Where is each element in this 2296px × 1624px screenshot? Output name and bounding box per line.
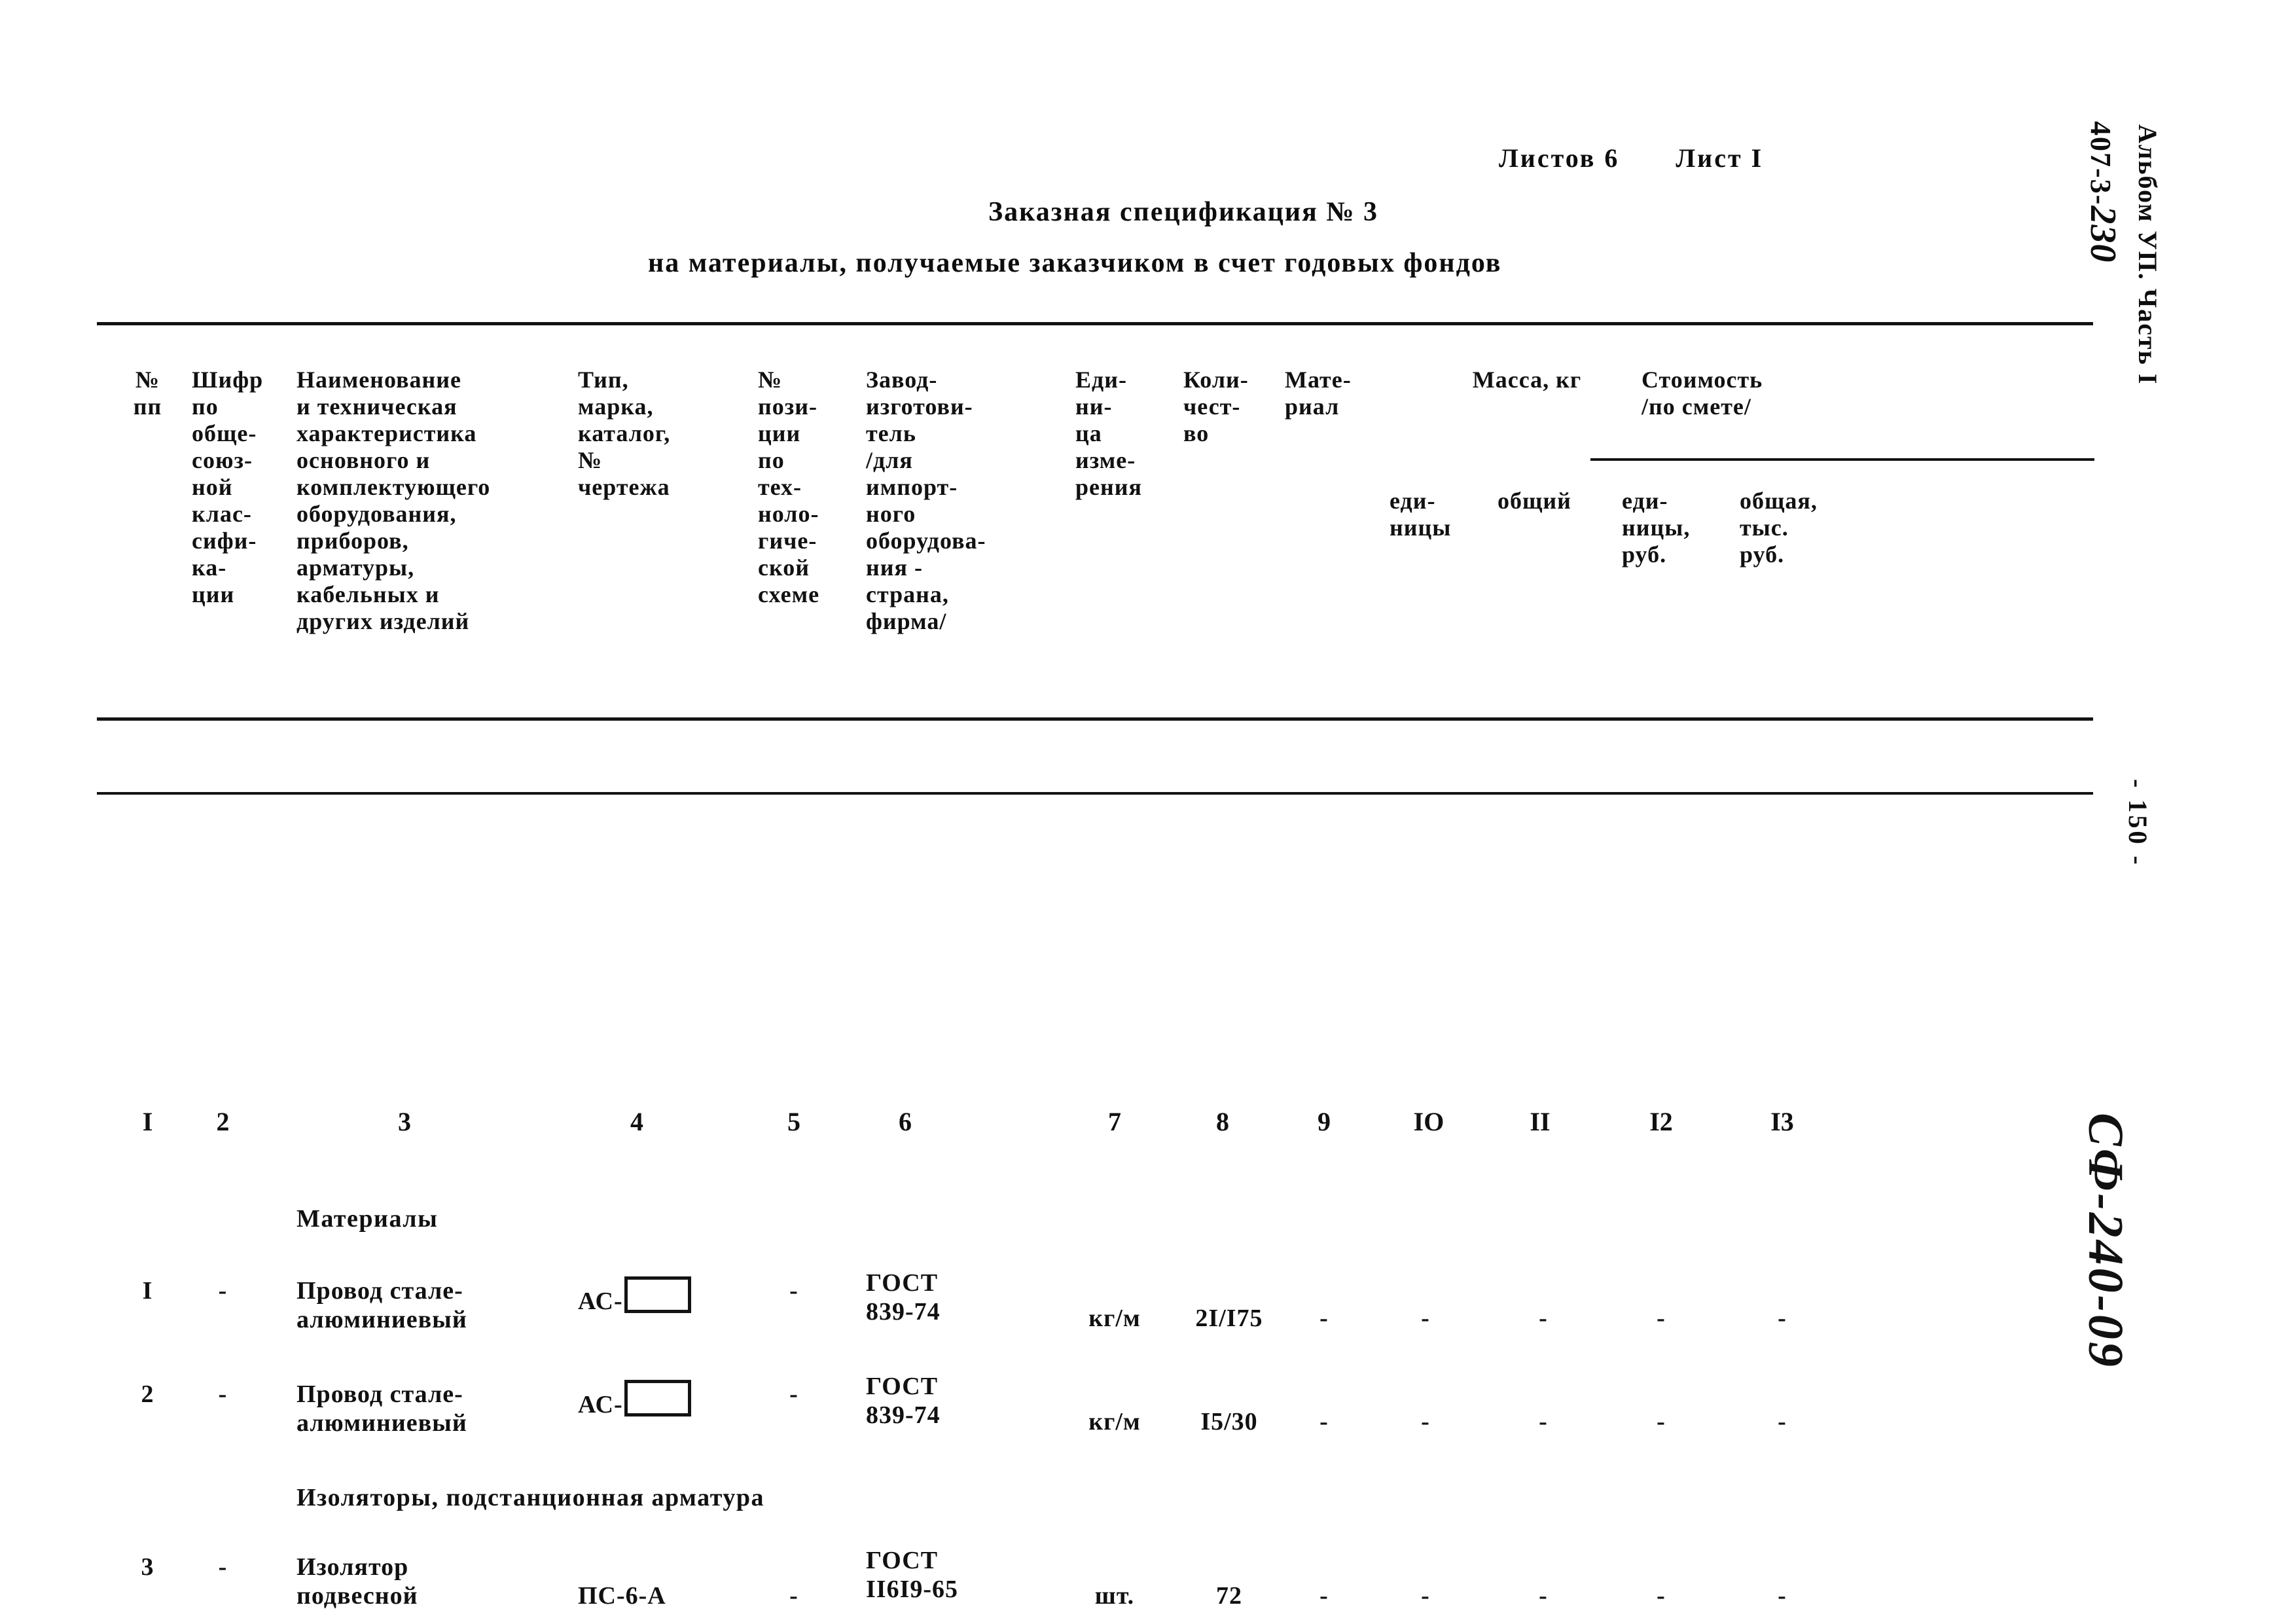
row2-quantity: I5/30 — [1200, 1408, 1258, 1435]
row3-cost-total: - — [1778, 1582, 1787, 1610]
row1-mass-unit: - — [1421, 1305, 1430, 1332]
colnum-9: 9 — [1318, 1107, 1331, 1136]
header-col-1: № пп — [133, 367, 162, 420]
row2-position: - — [789, 1380, 798, 1408]
header-col-9: Мате- риал — [1285, 367, 1352, 420]
colnum-5: 5 — [787, 1107, 800, 1136]
row2-type: АС- — [578, 1380, 748, 1419]
row3-unit: шт. — [1094, 1582, 1135, 1610]
colnum-10: IO — [1413, 1107, 1444, 1136]
table-top-rule — [97, 322, 2093, 325]
header-group-mass: Масса, кг — [1472, 367, 1582, 393]
row1-cost-total: - — [1778, 1305, 1787, 1332]
mass-cost-divider-rule — [1590, 458, 2094, 461]
row3-type: ПС-6-А — [578, 1582, 666, 1610]
colnum-1: I — [142, 1107, 153, 1136]
redaction-box-icon — [624, 1380, 691, 1416]
row1-unit: кг/м — [1088, 1305, 1141, 1332]
row3-mass-unit: - — [1421, 1582, 1430, 1610]
row2-manufacturer: ГОСТ 839-74 — [866, 1373, 941, 1429]
header-col-13: общая, тыс. руб. — [1740, 488, 1818, 568]
row3-quantity: 72 — [1216, 1582, 1242, 1610]
row1-material: - — [1319, 1305, 1329, 1332]
row2-cost-total: - — [1778, 1408, 1787, 1435]
row3-material: - — [1319, 1582, 1329, 1610]
sheet-count-line: Листов 6 Лист I — [1499, 143, 1763, 173]
row1-no: I — [142, 1277, 153, 1305]
header-col-11: общий — [1498, 488, 1571, 514]
row3-cost-unit: - — [1657, 1582, 1666, 1610]
page-subtitle: на материалы, получаемые заказчиком в сч… — [648, 248, 1502, 278]
colnum-8: 8 — [1216, 1107, 1229, 1136]
header-bottom-rule — [97, 717, 2093, 721]
header-col-8: Коли- чест- во — [1183, 367, 1249, 446]
row2-mass-total: - — [1539, 1408, 1548, 1435]
project-code: 407-3-230 — [2082, 121, 2124, 262]
row2-mass-unit: - — [1421, 1408, 1430, 1435]
header-col-7: Еди- ни- ца изме- рения — [1075, 367, 1142, 500]
colnum-11: II — [1530, 1107, 1551, 1136]
header-col-4: Тип, марка, каталог, № чертежа — [578, 367, 671, 500]
row2-name: Провод стале- алюминиевый — [296, 1380, 467, 1437]
colnum-3: 3 — [398, 1107, 411, 1136]
header-group-cost: Стоимость /по смете/ — [1641, 367, 1763, 420]
colnum-4: 4 — [630, 1107, 643, 1136]
page-number: - 150 - — [2123, 779, 2153, 867]
row1-name: Провод стале- алюминиевый — [296, 1277, 467, 1333]
project-code-printed: 407-3- — [2085, 121, 2117, 206]
colnum-6: 6 — [899, 1107, 912, 1136]
row1-code: - — [218, 1277, 228, 1305]
header-col-6: Завод- изготови- тель /для импорт- ного … — [866, 367, 986, 634]
header-col-5: № пози- ции по тех- ноло- гиче- ской схе… — [758, 367, 820, 607]
row2-code: - — [218, 1380, 228, 1408]
row1-cost-unit: - — [1657, 1305, 1666, 1332]
redaction-box-icon — [624, 1276, 691, 1313]
header-col-2: Шифр по обще- союз- ной клас- сифи- ка- … — [192, 367, 264, 607]
row3-no: 3 — [141, 1553, 154, 1581]
colnum-13: I3 — [1770, 1107, 1794, 1136]
row3-position: - — [789, 1582, 798, 1610]
row1-mass-total: - — [1539, 1305, 1548, 1332]
document-page: Листов 6 Лист I Заказная спецификация № 3… — [0, 0, 2296, 1624]
section-header-insulators: Изоляторы, подстанционная арматура — [296, 1484, 764, 1511]
section-header-materials: Материалы — [296, 1205, 439, 1233]
row2-no: 2 — [141, 1380, 154, 1408]
row3-mass-total: - — [1539, 1582, 1548, 1610]
colnum-12: I2 — [1649, 1107, 1673, 1136]
row2-type-prefix: АС- — [578, 1391, 623, 1418]
row3-name: Изолятор подвесной — [296, 1553, 418, 1610]
page-title: Заказная спецификация № 3 — [988, 197, 1379, 227]
colnum-2: 2 — [216, 1107, 230, 1136]
album-part-line: Альбом УП. Часть I — [2133, 124, 2162, 386]
column-number-bottom-rule — [97, 792, 2093, 795]
colnum-7: 7 — [1108, 1107, 1121, 1136]
row1-quantity: 2I/I75 — [1195, 1305, 1263, 1332]
row2-unit: кг/м — [1088, 1408, 1141, 1435]
row2-material: - — [1319, 1408, 1329, 1435]
row3-manufacturer: ГОСТ II6I9-65 — [866, 1547, 959, 1603]
row1-type: АС- — [578, 1276, 748, 1316]
row1-type-prefix: АС- — [578, 1288, 623, 1315]
row1-manufacturer: ГОСТ 839-74 — [866, 1269, 941, 1326]
sheets-total: Листов 6 — [1499, 143, 1620, 173]
header-col-12: еди- ницы, руб. — [1622, 488, 1691, 568]
row2-cost-unit: - — [1657, 1408, 1666, 1435]
row3-code: - — [218, 1553, 228, 1581]
row1-position: - — [789, 1277, 798, 1305]
archive-annotation: СФ-240-09 — [2078, 1113, 2133, 1369]
header-col-3: Наименование и техническая характеристик… — [296, 367, 491, 634]
project-code-handwritten: 230 — [2083, 206, 2123, 263]
sheet-current: Лист I — [1676, 143, 1764, 173]
header-col-10: еди- ницы — [1390, 488, 1452, 541]
